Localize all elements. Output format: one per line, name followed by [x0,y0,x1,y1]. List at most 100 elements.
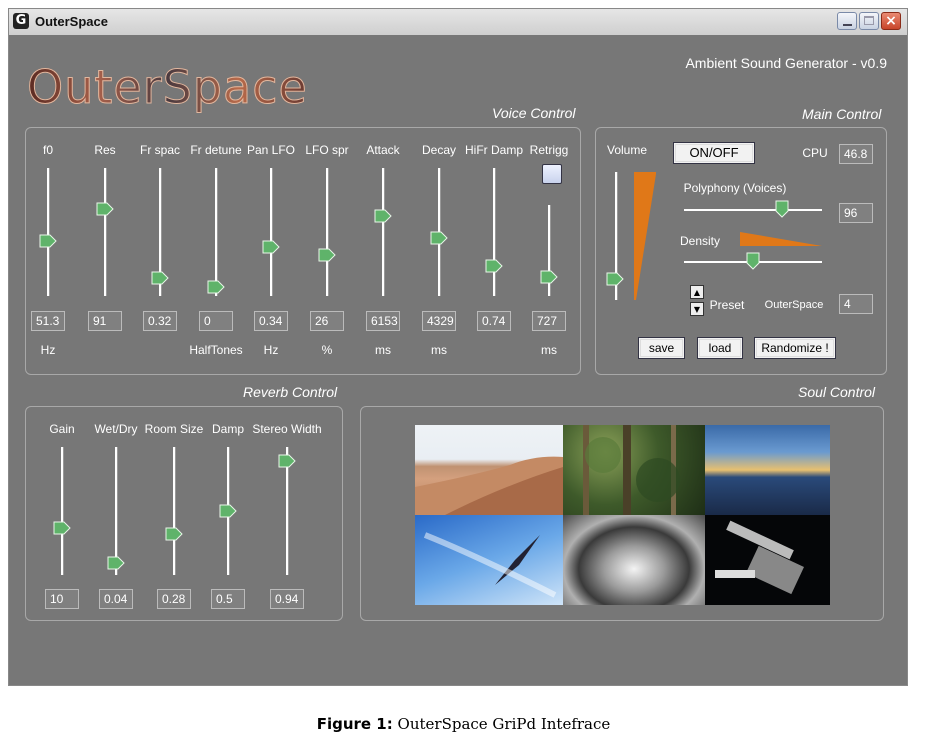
volume-meter [634,172,656,300]
caption-text: OuterSpace GriPd Intefrace [397,715,611,733]
voice-slider-thumb[interactable] [262,240,280,254]
voice-slider-value: 26 [310,311,344,331]
main-control-title: Main Control [802,106,882,122]
voice-slider-track [382,168,384,296]
voice-control-panel [25,127,581,375]
reverb-slider-value: 0.04 [99,589,133,609]
reverb-slider-thumb[interactable] [53,521,71,535]
reverb-slider-label: Wet/Dry [94,422,138,436]
density-slider-thumb[interactable] [746,252,760,270]
voice-slider-unit: HalfTones [189,343,243,357]
voice-slider-thumb[interactable] [540,270,558,284]
voice-slider-unit: ms [541,343,557,357]
voice-slider-label: Fr detune [190,143,242,157]
reverb-slider-thumb[interactable] [107,556,125,570]
voice-slider-thumb[interactable] [430,231,448,245]
voice-slider-track [493,168,495,296]
save-button[interactable]: save [638,337,685,359]
voice-slider-value: 51.3 [31,311,65,331]
voice-slider-track [215,168,217,296]
reverb-slider-track [173,447,175,575]
dune-shape [415,456,563,515]
density-label: Density [679,234,721,248]
voice-slider-value: 0.74 [477,311,511,331]
volume-label: Volume [606,143,648,157]
polyphony-slider-thumb[interactable] [775,200,789,218]
reverb-slider-thumb[interactable] [165,527,183,541]
app-logo: OuterSpace [27,60,308,115]
onoff-button[interactable]: ON/OFF [673,142,755,164]
preset-up-button[interactable]: ▲ [690,285,704,299]
sunset-sea-photo[interactable] [705,425,830,515]
figure-caption: Figure 1: OuterSpace GriPd Intefrace [0,715,927,733]
density-meter [740,232,822,246]
voice-slider-thumb[interactable] [96,202,114,216]
polyphony-track [684,209,822,211]
voice-slider-thumb[interactable] [207,280,225,294]
reverb-slider-track [61,447,63,575]
voice-slider-thumb[interactable] [485,259,503,273]
voice-slider-thumb[interactable] [318,248,336,262]
voice-slider-track [47,168,49,296]
polyphony-value: 96 [839,203,873,223]
voice-slider-label: f0 [42,143,54,157]
desert-photo[interactable] [415,425,563,515]
reverb-control-title: Reverb Control [243,384,338,400]
voice-slider-value: 91 [88,311,122,331]
window-title: OuterSpace [35,14,108,29]
reverb-slider-label: Gain [49,422,75,436]
cpu-label: CPU [802,146,828,160]
reverb-slider-label: Room Size [144,422,204,436]
voice-slider-unit: Hz [263,343,279,357]
voice-slider-value: 0.34 [254,311,288,331]
voice-slider-track [104,168,106,296]
maximize-button[interactable] [859,12,879,30]
sky-bird-photo[interactable] [415,515,563,605]
voice-slider-unit: Hz [40,343,56,357]
title-bar: G OuterSpace × [9,9,907,36]
retrigg-checkbox[interactable] [542,164,562,184]
soul-photo-grid [415,425,830,605]
volume-meter-fill [634,172,656,300]
minimize-icon [843,24,852,26]
voice-slider-label: Pan LFO [246,143,296,157]
reverb-slider-label: Stereo Width [252,422,322,436]
polyphony-label: Polyphony (Voices) [683,181,787,195]
reverb-slider-label: Damp [211,422,245,436]
jungle-photo[interactable] [563,425,705,515]
station-shape [715,520,804,595]
randomize-button[interactable]: Randomize ! [754,337,836,359]
preset-number: 4 [839,294,873,314]
close-button[interactable]: × [881,12,901,30]
voice-slider-label: HiFr Damp [464,143,524,157]
voice-slider-unit: ms [431,343,447,357]
reverb-slider-thumb[interactable] [219,504,237,518]
volume-slider-thumb[interactable] [606,272,624,286]
voice-slider-label: Attack [366,143,400,157]
bird-silhouette [423,532,557,598]
maximize-icon [864,16,874,25]
close-icon: × [885,13,897,29]
voice-slider-unit: ms [375,343,391,357]
reverb-slider-value: 0.5 [211,589,245,609]
voice-slider-label: Decay [421,143,457,157]
jungle-trees [583,425,680,515]
soul-control-title: Soul Control [798,384,876,400]
voice-slider-value: 6153 [366,311,400,331]
space-station-photo[interactable] [705,515,830,605]
preset-name: OuterSpace [764,299,824,311]
caption-label: Figure 1: [316,715,393,733]
load-button[interactable]: load [697,337,743,359]
voice-control-title: Voice Control [492,105,576,121]
water-drop-photo[interactable] [563,515,705,605]
preset-down-button[interactable]: ▼ [690,302,704,316]
reverb-slider-thumb[interactable] [278,454,296,468]
cpu-value: 46.8 [839,144,873,164]
voice-slider-thumb[interactable] [39,234,57,248]
voice-slider-thumb[interactable] [151,271,169,285]
voice-slider-unit: % [321,343,333,357]
minimize-button[interactable] [837,12,857,30]
voice-slider-track [270,168,272,296]
voice-slider-value: 0 [199,311,233,331]
voice-slider-thumb[interactable] [374,209,392,223]
